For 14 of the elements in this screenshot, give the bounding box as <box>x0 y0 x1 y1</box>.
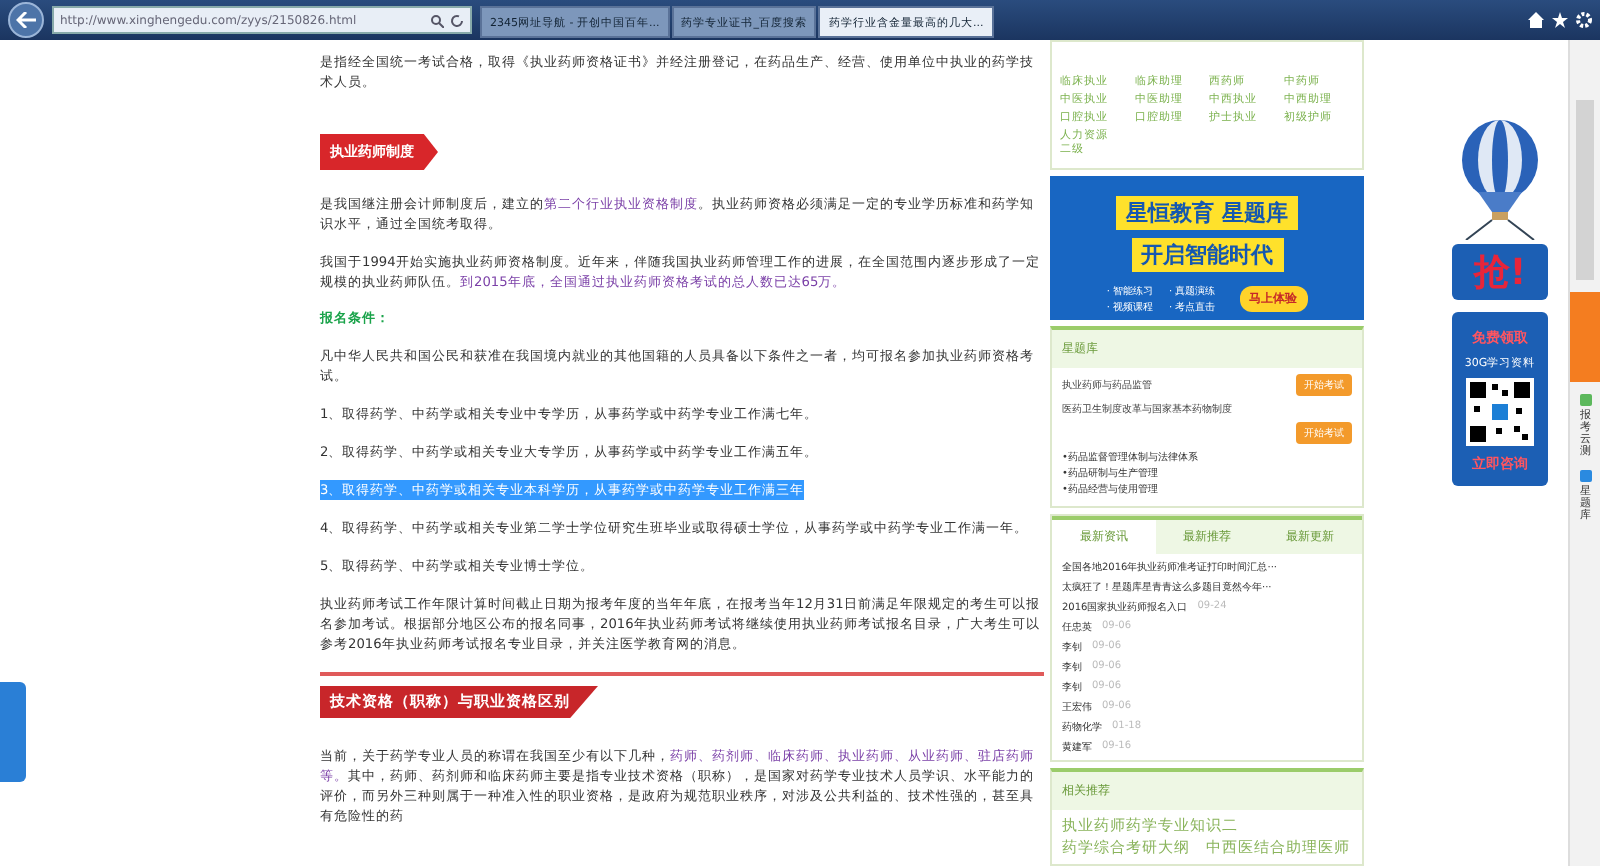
banner-title: 星恒教育 星题库 <box>1116 196 1298 230</box>
banner-title: 开启智能时代 <box>1131 238 1283 272</box>
search-icon[interactable] <box>430 13 444 27</box>
star-icon[interactable] <box>1552 12 1568 28</box>
scrollbar-thumb[interactable] <box>1576 100 1594 280</box>
refresh-icon[interactable] <box>450 13 464 27</box>
hot-air-balloon-icon <box>1458 120 1542 240</box>
back-arrow-icon <box>16 12 36 28</box>
qr-code-icon <box>1466 378 1534 446</box>
settings-icon[interactable] <box>1576 12 1592 28</box>
home-icon[interactable] <box>1528 12 1544 28</box>
back-button[interactable] <box>8 2 44 38</box>
app-icon <box>1579 394 1591 406</box>
app-icon <box>1579 470 1591 483</box>
